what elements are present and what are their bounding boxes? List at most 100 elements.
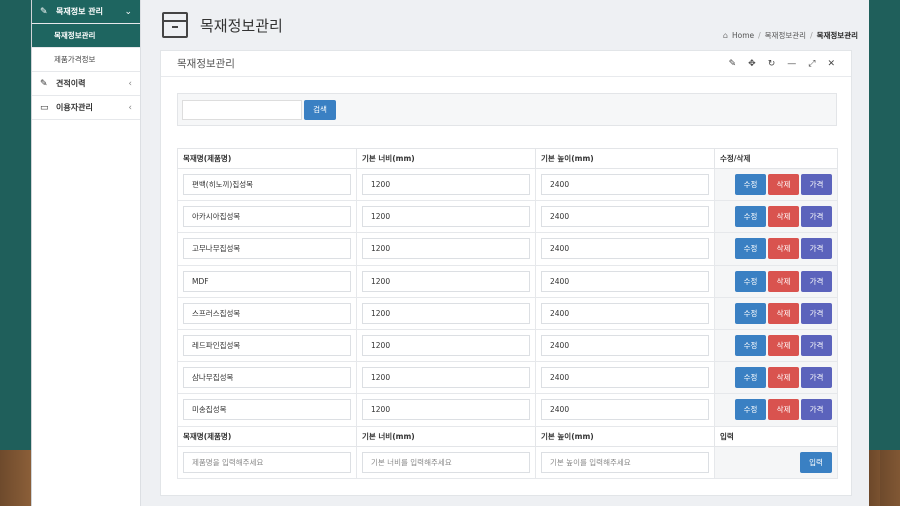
height-field[interactable]: 2400: [541, 270, 709, 292]
new-name-field[interactable]: 제품명을 입력해주세요: [183, 451, 351, 473]
height-field[interactable]: 2400: [541, 399, 709, 421]
edit-button[interactable]: 수정: [735, 270, 766, 292]
new-item-header-row: 목재명(제품명) 기본 너비(mm) 기본 높이(mm) 입력: [177, 425, 838, 447]
panel-tools: ✎ ✥ ↻ — ⤢ ✕: [729, 59, 835, 69]
main-content: 목재정보관리 ⌂ Home / 목재정보관리 / 목재정보관리 목재정보관리 ✎…: [142, 0, 870, 506]
column-header: 목재명(제품명): [177, 425, 357, 447]
column-header: 수정/삭제: [714, 148, 838, 169]
delete-button[interactable]: 삭제: [768, 399, 799, 421]
price-button[interactable]: 가격: [801, 270, 832, 292]
sidebar-item-product-price[interactable]: 제품가격정보: [32, 48, 140, 72]
expand-icon[interactable]: ⤢: [808, 59, 815, 69]
move-icon[interactable]: ✥: [748, 59, 756, 69]
page-header: 목재정보관리: [162, 12, 283, 38]
edit-button[interactable]: 수정: [735, 335, 766, 357]
table-row: 삼나무집성목 1200 2400 수정 삭제 가격: [177, 361, 838, 395]
sidebar-item-wood-info[interactable]: 목재정보관리: [32, 24, 140, 48]
column-header: 기본 높이(mm): [535, 425, 715, 447]
column-header: 입력: [714, 425, 838, 447]
height-field[interactable]: 2400: [541, 335, 709, 357]
delete-button[interactable]: 삭제: [768, 302, 799, 324]
table-header-row: 목재명(제품명) 기본 너비(mm) 기본 높이(mm) 수정/삭제: [177, 148, 838, 169]
submit-button[interactable]: 입력: [800, 451, 832, 473]
wood-info-panel: 목재정보관리 ✎ ✥ ↻ — ⤢ ✕ 검색 목재명(제품명) 기본 너비(mm)…: [160, 50, 852, 496]
new-height-field[interactable]: 기본 높이를 입력해주세요: [541, 451, 709, 473]
name-field[interactable]: 레드파인집성목: [183, 335, 351, 357]
name-field[interactable]: 미송집성목: [183, 399, 351, 421]
sidebar-group-label: 견적이력: [56, 79, 86, 88]
price-button[interactable]: 가격: [801, 238, 832, 260]
calendar-icon: ▭: [40, 102, 49, 113]
sidebar: ✎ 목재정보 관리 ⌄ 목재정보관리 제품가격정보 ✎ 견적이력 ‹ ▭ 이용자…: [32, 0, 141, 506]
pencil-icon[interactable]: ✎: [729, 59, 737, 69]
edit-button[interactable]: 수정: [735, 302, 766, 324]
width-field[interactable]: 1200: [362, 335, 530, 357]
edit-button[interactable]: 수정: [735, 174, 766, 196]
edit-button[interactable]: 수정: [735, 399, 766, 421]
delete-button[interactable]: 삭제: [768, 367, 799, 389]
table-row: 편백(히노끼)집성목 1200 2400 수정 삭제 가격: [177, 167, 838, 202]
height-field[interactable]: 2400: [541, 367, 709, 389]
edit-icon: ✎: [40, 78, 48, 89]
new-width-field[interactable]: 기본 너비를 입력해주세요: [362, 451, 530, 473]
delete-button[interactable]: 삭제: [768, 238, 799, 260]
price-button[interactable]: 가격: [801, 399, 832, 421]
search-button[interactable]: 검색: [304, 99, 336, 120]
width-field[interactable]: 1200: [362, 174, 530, 196]
width-field[interactable]: 1200: [362, 399, 530, 421]
width-field[interactable]: 1200: [362, 367, 530, 389]
delete-button[interactable]: 삭제: [768, 174, 799, 196]
chevron-down-icon: ⌄: [124, 6, 132, 17]
chevron-left-icon: ‹: [128, 78, 132, 89]
width-field[interactable]: 1200: [362, 302, 530, 324]
refresh-icon[interactable]: ↻: [768, 59, 776, 69]
delete-button[interactable]: 삭제: [768, 206, 799, 228]
edit-button[interactable]: 수정: [735, 367, 766, 389]
height-field[interactable]: 2400: [541, 206, 709, 228]
price-button[interactable]: 가격: [801, 174, 832, 196]
edit-button[interactable]: 수정: [735, 238, 766, 260]
sidebar-item-label: 제품가격정보: [54, 55, 96, 64]
price-button[interactable]: 가격: [801, 206, 832, 228]
name-field[interactable]: 편백(히노끼)집성목: [183, 174, 351, 196]
price-button[interactable]: 가격: [801, 302, 832, 324]
delete-button[interactable]: 삭제: [768, 335, 799, 357]
chevron-left-icon: ‹: [128, 102, 132, 113]
delete-button[interactable]: 삭제: [768, 270, 799, 292]
column-header: 기본 너비(mm): [356, 148, 536, 169]
row-actions: 수정 삭제 가격: [720, 174, 832, 196]
sidebar-item-label: 목재정보관리: [54, 31, 96, 40]
price-button[interactable]: 가격: [801, 335, 832, 357]
height-field[interactable]: 2400: [541, 174, 709, 196]
archive-box-icon: [162, 12, 188, 38]
new-item-row: 제품명을 입력해주세요 기본 너비를 입력해주세요 기본 높이를 입력해주세요 …: [177, 445, 838, 479]
breadcrumb-parent[interactable]: 목재정보관리: [765, 30, 806, 41]
sidebar-group-wood-info[interactable]: ✎ 목재정보 관리 ⌄: [32, 0, 140, 24]
sidebar-group-user-management[interactable]: ▭ 이용자관리 ‹: [32, 96, 140, 120]
height-field[interactable]: 2400: [541, 302, 709, 324]
minimize-icon[interactable]: —: [787, 59, 796, 69]
edit-icon: ✎: [40, 6, 48, 17]
breadcrumb-separator: /: [758, 31, 761, 40]
search-input[interactable]: [182, 99, 302, 120]
name-field[interactable]: MDF: [183, 270, 351, 292]
row-actions: 수정 삭제 가격: [720, 238, 832, 260]
close-icon[interactable]: ✕: [827, 59, 835, 69]
name-field[interactable]: 아카시아집성목: [183, 206, 351, 228]
home-icon: ⌂: [722, 31, 728, 40]
width-field[interactable]: 1200: [362, 238, 530, 260]
price-button[interactable]: 가격: [801, 367, 832, 389]
height-field[interactable]: 2400: [541, 238, 709, 260]
page-title: 목재정보관리: [200, 16, 283, 35]
edit-button[interactable]: 수정: [735, 206, 766, 228]
row-actions: 수정 삭제 가격: [720, 270, 832, 292]
name-field[interactable]: 삼나무집성목: [183, 367, 351, 389]
width-field[interactable]: 1200: [362, 270, 530, 292]
sidebar-group-estimate-history[interactable]: ✎ 견적이력 ‹: [32, 72, 140, 96]
breadcrumb-home[interactable]: Home: [732, 31, 754, 40]
name-field[interactable]: 스프러스집성목: [183, 302, 351, 324]
search-bar: 검색: [177, 93, 837, 126]
name-field[interactable]: 고무나무집성목: [183, 238, 351, 260]
breadcrumb: ⌂ Home / 목재정보관리 / 목재정보관리: [723, 30, 858, 41]
width-field[interactable]: 1200: [362, 206, 530, 228]
